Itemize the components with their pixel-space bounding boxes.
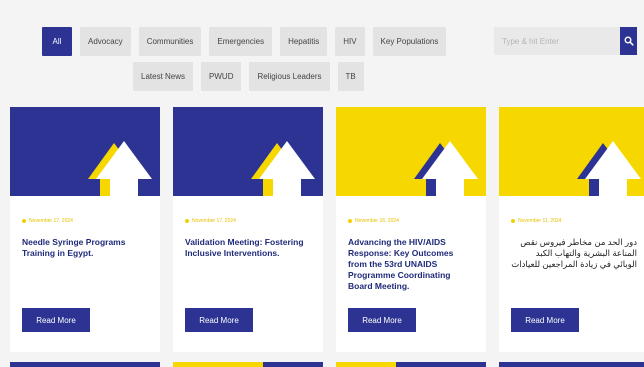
news-card: November 11, 2024 دور الحد من مخاطر فيرو… [499,107,644,352]
card-date-text: November 17, 2024 [29,218,73,224]
read-more-button[interactable]: Read More [348,308,416,332]
filter-key-populations[interactable]: Key Populations [372,27,447,56]
next-card-thumbnail [499,362,644,367]
card-title[interactable]: Validation Meeting: Fostering Inclusive … [185,237,311,301]
card-title[interactable]: Advancing the HIV/AIDS Response: Key Out… [348,237,474,301]
card-date: November 16, 2024 [348,217,474,225]
calendar-icon [511,219,515,223]
category-filter-bar: All Advocacy Communities Emergencies Hepatit… [42,27,460,91]
read-more-button[interactable]: Read More [511,308,579,332]
filter-row-2: Latest News PWUD Religious Leaders TB [42,62,460,91]
card-title[interactable]: Needle Syringe Programs Training in Egyp… [22,237,148,301]
card-date-text: November 11, 2024 [518,218,562,224]
card-title[interactable]: دور الحد من مخاطر فيروس نقص المناعة البش… [511,237,637,301]
calendar-icon [348,219,352,223]
next-card-thumbnail [173,362,323,367]
filter-communities[interactable]: Communities [138,27,202,56]
card-thumbnail[interactable] [499,107,644,196]
news-page: All Advocacy Communities Emergencies Hepatit… [0,0,644,367]
card-thumbnail[interactable] [336,107,486,196]
filter-hiv[interactable]: HIV [335,27,365,56]
card-thumbnail[interactable] [173,107,323,196]
news-card: November 17, 2024 Needle Syringe Program… [10,107,160,352]
calendar-icon [185,219,189,223]
next-card-thumbnail [336,362,486,367]
card-date-text: November 17, 2024 [192,218,236,224]
filter-pwud[interactable]: PWUD [201,62,242,91]
filter-emergencies[interactable]: Emergencies [209,27,273,56]
arrow-logo-graphic [499,107,644,196]
filter-all[interactable]: All [42,27,72,56]
card-date: November 17, 2024 [185,217,311,225]
read-more-button[interactable]: Read More [185,308,253,332]
filter-tb[interactable]: TB [337,62,364,91]
filter-row-1: All Advocacy Communities Emergencies Hepatit… [42,27,460,56]
filter-advocacy[interactable]: Advocacy [80,27,131,56]
card-thumbnail[interactable] [10,107,160,196]
card-date: November 17, 2024 [22,217,148,225]
search-button[interactable] [620,27,637,55]
card-date: November 11, 2024 [511,217,637,225]
arrow-logo-graphic [10,107,160,196]
arrow-logo-graphic [336,107,486,196]
news-card-grid: November 17, 2024 Needle Syringe Program… [10,107,644,352]
news-card: November 17, 2024 Validation Meeting: Fo… [173,107,323,352]
read-more-button[interactable]: Read More [22,308,90,332]
filter-hepatitis[interactable]: Hepatitis [280,27,328,56]
news-card: November 16, 2024 Advancing the HIV/AIDS… [336,107,486,352]
next-card-thumbnail [10,362,160,367]
calendar-icon [22,219,26,223]
search-icon [624,36,634,46]
filter-religious-leaders[interactable]: Religious Leaders [249,62,330,91]
card-date-text: November 16, 2024 [355,218,399,224]
arrow-logo-graphic [173,107,323,196]
filter-latest-news[interactable]: Latest News [133,62,194,91]
search-input[interactable] [494,27,620,55]
search-box [494,27,637,55]
